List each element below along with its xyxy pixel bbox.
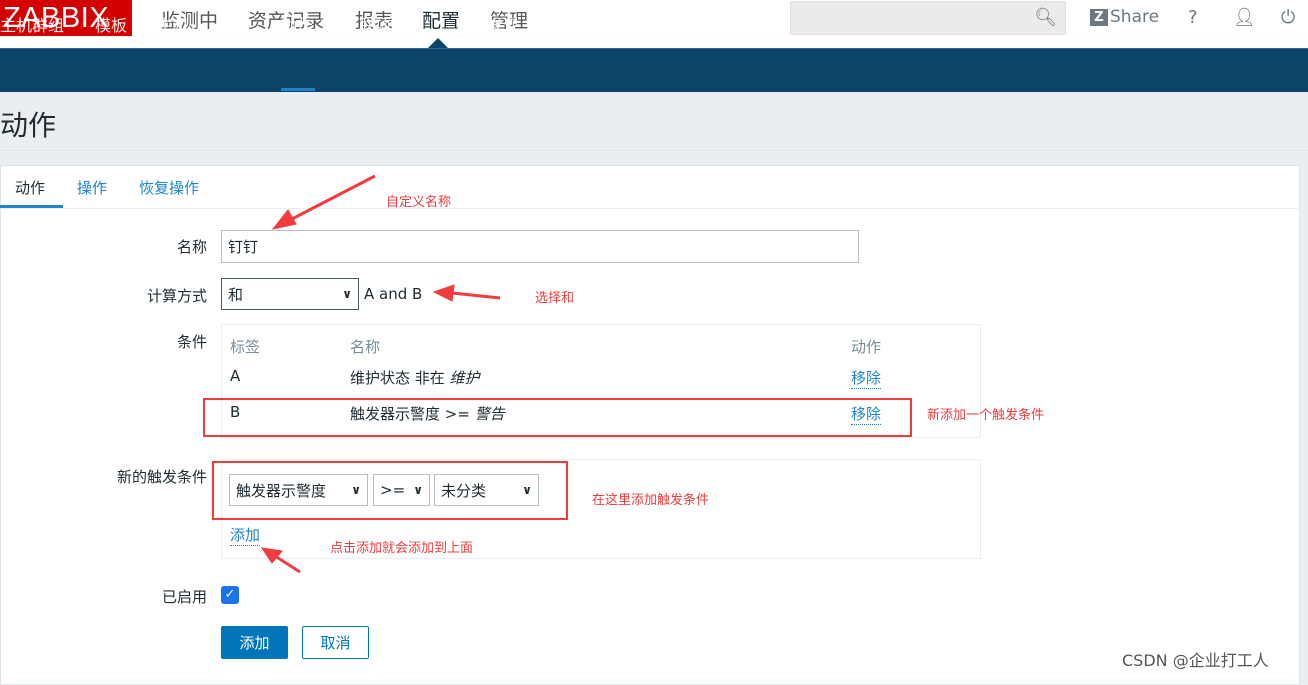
arrow-head: [260, 547, 283, 564]
annotation-choose-and: 选择和: [535, 291, 575, 306]
annotation-click-add: 点击添加就会添加到上面: [330, 541, 474, 556]
arrow-calc: [451, 291, 501, 300]
arrow-name: [289, 174, 376, 222]
arrow-head: [271, 209, 297, 230]
watermark: CSDN @企业打工人: [1122, 651, 1269, 670]
arrow-add: [274, 554, 301, 574]
annotation-add-here: 在这里添加触发条件: [592, 493, 710, 508]
annotation-arrows: [260, 174, 501, 574]
annotation-custom-name: 自定义名称: [386, 195, 452, 210]
arrow-head: [432, 284, 455, 302]
annotation-new-condition: 新添加一个触发条件: [927, 408, 1045, 423]
